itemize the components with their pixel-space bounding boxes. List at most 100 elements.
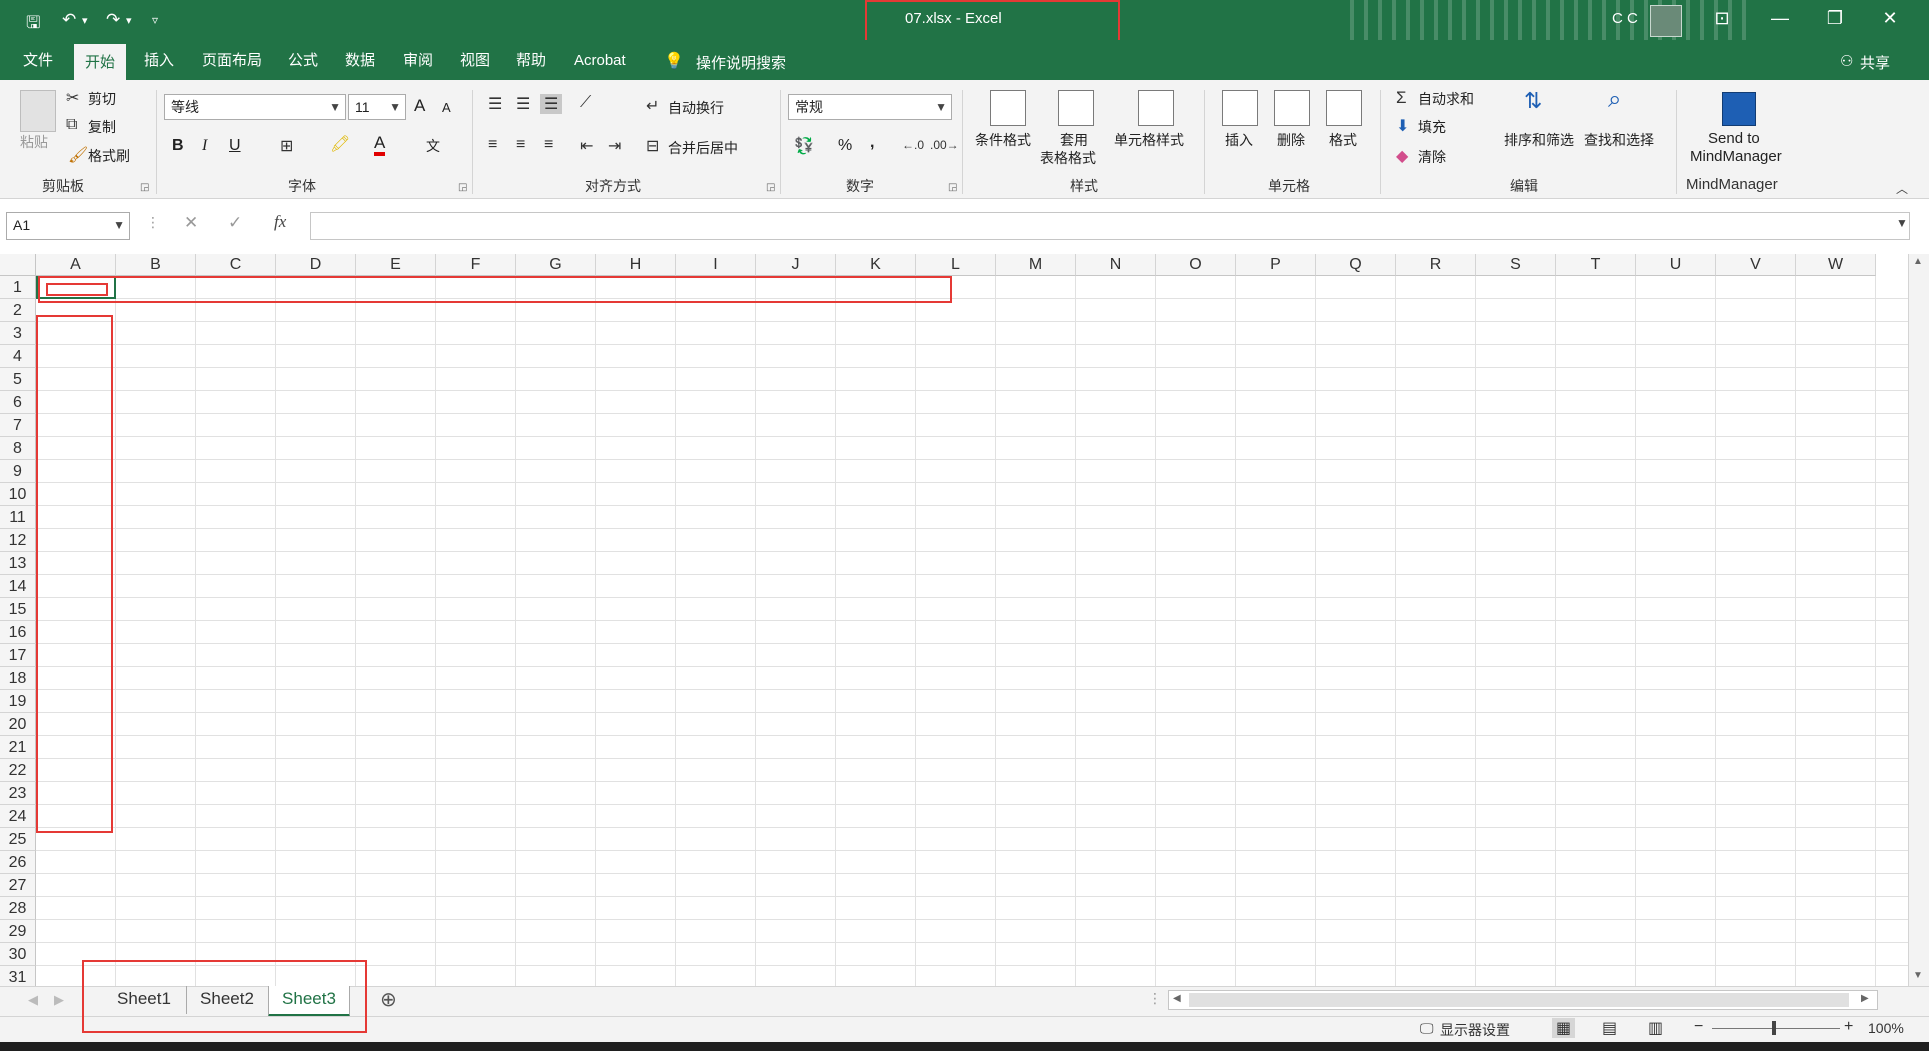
- column-header[interactable]: M: [996, 254, 1076, 276]
- insert-function-button[interactable]: fx: [274, 212, 286, 232]
- align-center-icon[interactable]: ≡: [516, 136, 525, 154]
- align-left-icon[interactable]: ≡: [488, 136, 497, 154]
- row-header[interactable]: 4: [0, 345, 36, 368]
- row-header[interactable]: 26: [0, 851, 36, 874]
- find-select-button[interactable]: 查找和选择: [1584, 130, 1654, 150]
- redo-icon[interactable]: ↷: [106, 10, 120, 30]
- display-settings-button[interactable]: 显示器设置: [1440, 1020, 1510, 1040]
- row-header[interactable]: 23: [0, 782, 36, 805]
- column-header[interactable]: I: [676, 254, 756, 276]
- column-header[interactable]: N: [1076, 254, 1156, 276]
- zoom-slider-thumb[interactable]: [1772, 1021, 1776, 1035]
- undo-dropdown-icon[interactable]: ▾: [82, 14, 88, 27]
- row-header[interactable]: 20: [0, 713, 36, 736]
- expand-formula-bar-icon[interactable]: ▼: [1896, 216, 1908, 230]
- row-header[interactable]: 19: [0, 690, 36, 713]
- copy-button[interactable]: 复制: [88, 117, 116, 137]
- column-header[interactable]: J: [756, 254, 836, 276]
- underline-button[interactable]: U: [229, 137, 241, 155]
- tab-help[interactable]: 帮助: [505, 50, 557, 80]
- font-size-combo[interactable]: 11 ▼: [348, 94, 406, 120]
- paste-icon[interactable]: [20, 90, 56, 132]
- cut-button[interactable]: 剪切: [88, 89, 116, 109]
- column-header[interactable]: Q: [1316, 254, 1396, 276]
- row-header[interactable]: 16: [0, 621, 36, 644]
- row-header[interactable]: 31: [0, 966, 36, 986]
- ribbon-display-options-icon[interactable]: ⊡: [1702, 8, 1742, 29]
- row-header[interactable]: 17: [0, 644, 36, 667]
- tell-me-search[interactable]: 操作说明搜索: [696, 52, 786, 73]
- row-header[interactable]: 11: [0, 506, 36, 529]
- increase-indent-icon[interactable]: ⇥: [608, 136, 621, 156]
- add-sheet-icon[interactable]: ⊕: [380, 987, 397, 1012]
- row-header[interactable]: 28: [0, 897, 36, 920]
- wrap-text-button[interactable]: 自动换行: [668, 98, 724, 118]
- scroll-left-icon[interactable]: ◀: [1173, 993, 1181, 1004]
- font-color-button[interactable]: A: [374, 134, 386, 156]
- shrink-font-button[interactable]: A: [442, 100, 451, 115]
- column-header[interactable]: C: [196, 254, 276, 276]
- phonetic-button[interactable]: 文: [426, 136, 440, 156]
- restore-icon[interactable]: ❐: [1815, 8, 1855, 29]
- column-header[interactable]: R: [1396, 254, 1476, 276]
- column-header[interactable]: A: [36, 254, 116, 276]
- redo-dropdown-icon[interactable]: ▾: [126, 14, 132, 27]
- bold-button[interactable]: B: [172, 137, 184, 155]
- column-header[interactable]: S: [1476, 254, 1556, 276]
- row-header[interactable]: 14: [0, 575, 36, 598]
- row-header[interactable]: 21: [0, 736, 36, 759]
- send-to-mindmanager-line1[interactable]: Send to: [1708, 130, 1760, 147]
- alignment-launcher-icon[interactable]: ◲: [766, 182, 775, 193]
- tab-page-layout[interactable]: 页面布局: [191, 50, 273, 80]
- column-header[interactable]: V: [1716, 254, 1796, 276]
- percent-button[interactable]: %: [838, 137, 852, 155]
- row-header[interactable]: 6: [0, 391, 36, 414]
- format-painter-button[interactable]: 格式刷: [88, 146, 130, 166]
- row-header[interactable]: 3: [0, 322, 36, 345]
- italic-button[interactable]: I: [202, 137, 207, 155]
- scroll-up-icon[interactable]: ▲: [1913, 256, 1923, 267]
- row-header[interactable]: 15: [0, 598, 36, 621]
- accounting-format-icon[interactable]: 💱: [794, 136, 814, 156]
- increase-decimal-icon[interactable]: ←.0: [902, 138, 924, 152]
- row-header[interactable]: 18: [0, 667, 36, 690]
- table-format-line2[interactable]: 表格格式: [1040, 148, 1096, 168]
- scroll-down-icon[interactable]: ▼: [1913, 970, 1923, 981]
- row-header[interactable]: 12: [0, 529, 36, 552]
- scissors-icon[interactable]: ✂: [66, 88, 79, 108]
- row-header[interactable]: 2: [0, 299, 36, 322]
- tab-view[interactable]: 视图: [449, 50, 501, 80]
- zoom-out-button[interactable]: −: [1694, 1018, 1703, 1036]
- scroll-tabs-left-icon[interactable]: ◀: [28, 992, 38, 1008]
- row-header[interactable]: 9: [0, 460, 36, 483]
- column-header[interactable]: B: [116, 254, 196, 276]
- align-bottom-icon[interactable]: ☰: [540, 94, 563, 114]
- cell-styles-button[interactable]: 单元格样式: [1114, 130, 1184, 150]
- row-header[interactable]: 1: [0, 276, 36, 299]
- share-button[interactable]: 共享: [1860, 52, 1890, 73]
- align-middle-icon[interactable]: ☰: [516, 94, 530, 114]
- copy-icon[interactable]: ⧉: [66, 116, 77, 134]
- worksheet-grid[interactable]: ABCDEFGHIJKLMNOPQRSTUVW 1 2 3 4 5 6 7 8 9 10 11 12 1…: [0, 254, 1908, 986]
- comma-button[interactable]: ,: [870, 134, 874, 152]
- customize-qat-icon[interactable]: ▿: [152, 13, 158, 27]
- column-header[interactable]: U: [1636, 254, 1716, 276]
- save-icon[interactable]: 🖫: [26, 10, 40, 39]
- scroll-right-icon[interactable]: ▶: [1861, 993, 1869, 1004]
- font-launcher-icon[interactable]: ◲: [458, 182, 467, 193]
- align-top-icon[interactable]: ☰: [488, 94, 502, 114]
- column-header[interactable]: G: [516, 254, 596, 276]
- row-header[interactable]: 24: [0, 805, 36, 828]
- tab-data[interactable]: 数据: [334, 50, 386, 80]
- column-header[interactable]: K: [836, 254, 916, 276]
- row-header[interactable]: 10: [0, 483, 36, 506]
- column-header[interactable]: D: [276, 254, 356, 276]
- delete-cells-button[interactable]: 删除: [1277, 130, 1305, 150]
- row-header[interactable]: 30: [0, 943, 36, 966]
- row-header[interactable]: 25: [0, 828, 36, 851]
- clipboard-launcher-icon[interactable]: ◲: [140, 182, 149, 193]
- column-header[interactable]: T: [1556, 254, 1636, 276]
- tab-formulas[interactable]: 公式: [277, 50, 329, 80]
- format-painter-icon[interactable]: 🖌: [68, 145, 88, 165]
- column-header[interactable]: F: [436, 254, 516, 276]
